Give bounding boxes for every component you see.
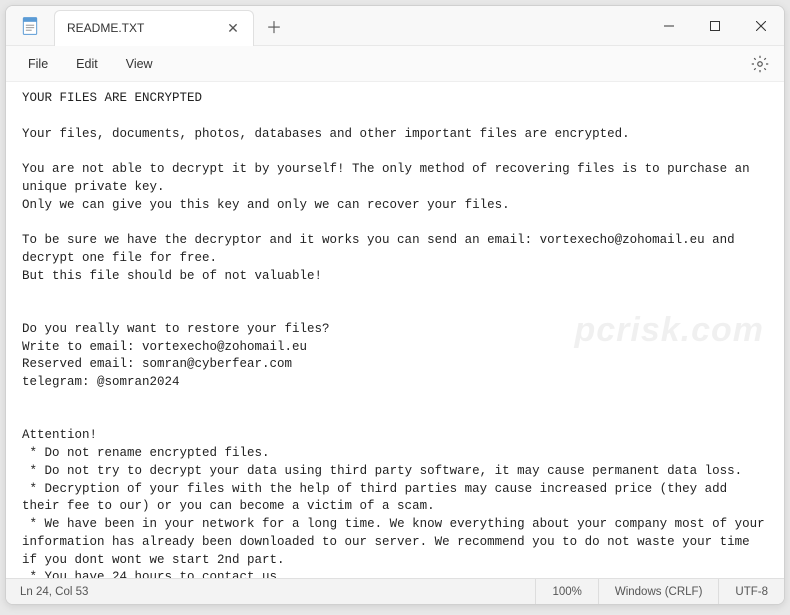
menu-view[interactable]: View [112, 51, 167, 77]
notepad-app-icon [18, 14, 42, 38]
text-line: Your files, documents, photos, databases… [22, 127, 630, 141]
statusbar: Ln 24, Col 53 100% Windows (CRLF) UTF-8 [6, 578, 784, 604]
text-line: * You have 24 hours to contact us. [22, 570, 285, 578]
maximize-button[interactable] [692, 6, 738, 46]
text-line: * We have been in your network for a lon… [22, 517, 772, 567]
tab-readme[interactable]: README.TXT ✕ [54, 10, 254, 46]
text-line: Attention! [22, 428, 97, 442]
tab-title: README.TXT [67, 21, 225, 35]
minimize-button[interactable] [646, 6, 692, 46]
status-zoom[interactable]: 100% [535, 579, 597, 604]
text-line: * Do not rename encrypted files. [22, 446, 270, 460]
text-line: You are not able to decrypt it by yourse… [22, 162, 757, 194]
notepad-window: README.TXT ✕ ＋ File Edit View [5, 5, 785, 605]
text-line: YOUR FILES ARE ENCRYPTED [22, 91, 202, 105]
text-line: Do you really want to restore your files… [22, 322, 330, 336]
watermark: pcrisk.com [574, 306, 764, 354]
text-line: Write to email: vortexecho@zohomail.eu [22, 340, 307, 354]
menu-edit[interactable]: Edit [62, 51, 112, 77]
status-cursor-position[interactable]: Ln 24, Col 53 [6, 586, 102, 598]
text-line: * Do not try to decrypt your data using … [22, 464, 742, 478]
settings-button[interactable] [744, 48, 776, 80]
status-line-ending[interactable]: Windows (CRLF) [598, 579, 719, 604]
text-line: Only we can give you this key and only w… [22, 198, 510, 212]
titlebar: README.TXT ✕ ＋ [6, 6, 784, 46]
text-line: To be sure we have the decryptor and it … [22, 233, 742, 265]
close-button[interactable] [738, 6, 784, 46]
close-tab-icon[interactable]: ✕ [225, 20, 241, 36]
menubar: File Edit View [6, 46, 784, 82]
menu-file[interactable]: File [14, 51, 62, 77]
text-editor-content[interactable]: YOUR FILES ARE ENCRYPTED Your files, doc… [6, 82, 784, 578]
text-line: Reserved email: somran@cyberfear.com [22, 357, 292, 371]
window-controls [646, 6, 784, 46]
text-line: But this file should be of not valuable! [22, 269, 322, 283]
text-line: telegram: @somran2024 [22, 375, 180, 389]
new-tab-button[interactable]: ＋ [258, 10, 290, 42]
status-encoding[interactable]: UTF-8 [718, 579, 784, 604]
text-line: * Decryption of your files with the help… [22, 482, 735, 514]
